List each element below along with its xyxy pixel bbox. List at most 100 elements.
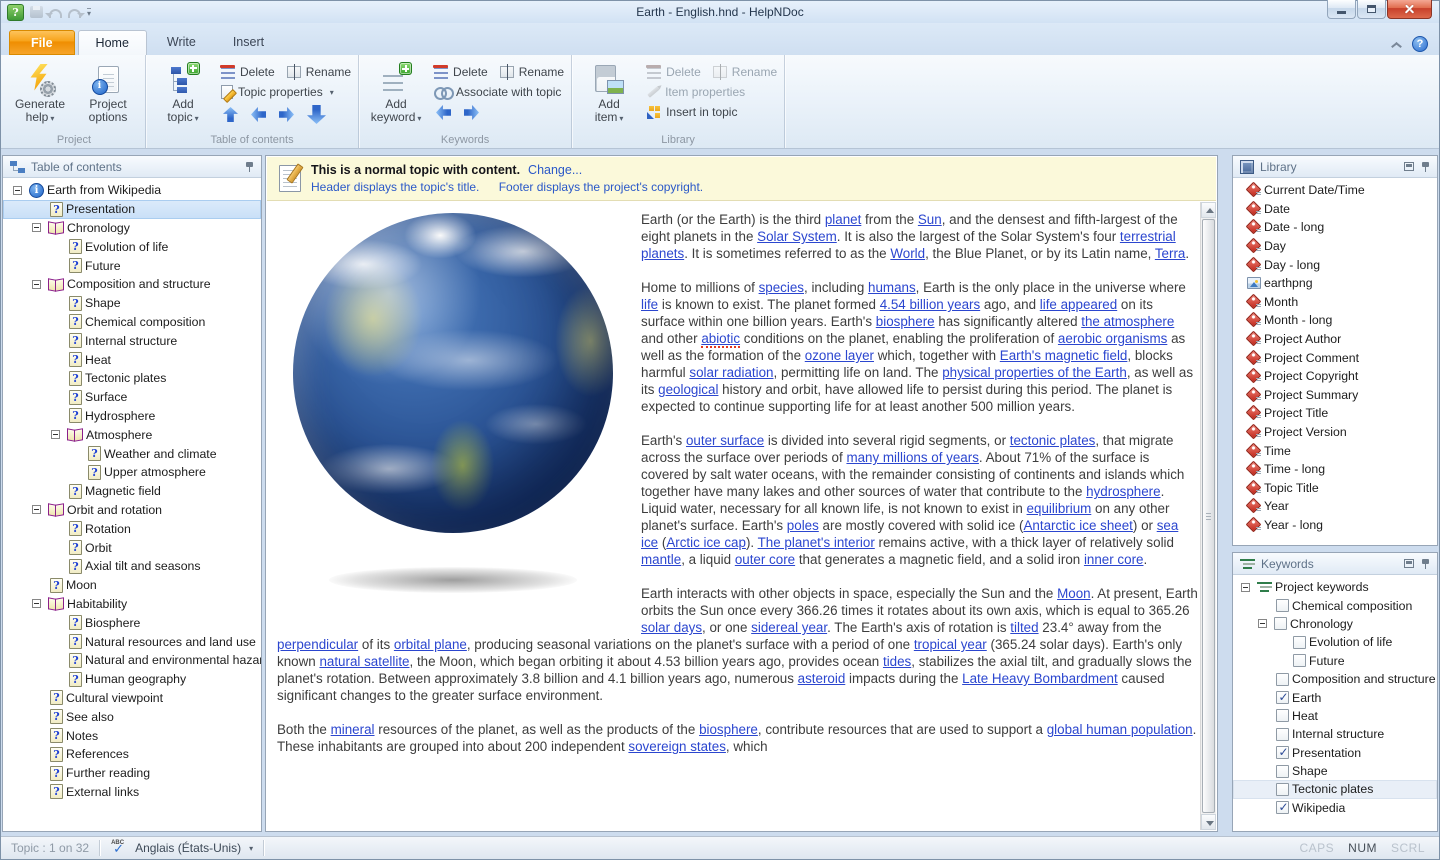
article-link[interactable]: Sun	[918, 212, 942, 227]
minimize-panel-icon[interactable]	[1404, 162, 1414, 171]
article-link[interactable]: 4.54 billion years	[880, 297, 981, 312]
toc-item[interactable]: Upper atmosphere	[3, 463, 261, 482]
toc-item[interactable]: Surface	[3, 388, 261, 407]
toc-item[interactable]: Axial tilt and seasons	[3, 557, 261, 576]
keywords-root[interactable]: Project keywords	[1233, 578, 1437, 596]
project-options-button[interactable]: Project options	[78, 60, 138, 132]
toc-item[interactable]: Natural and environmental hazards	[3, 651, 261, 670]
article-link[interactable]: species	[759, 280, 804, 295]
library-item[interactable]: Month	[1233, 293, 1437, 312]
toc-item[interactable]: Shape	[3, 294, 261, 313]
add-topic-button[interactable]: Add topic▾	[153, 60, 213, 132]
article-link[interactable]: aerobic organisms	[1058, 331, 1167, 346]
toc-item[interactable]: Magnetic field	[3, 482, 261, 501]
collapse-ribbon-icon[interactable]	[1391, 41, 1402, 48]
article-link[interactable]: Arctic ice cap	[666, 535, 746, 550]
keyword-checkbox[interactable]	[1276, 709, 1289, 722]
toc-item[interactable]: References	[3, 745, 261, 764]
toc-item[interactable]: See also	[3, 707, 261, 726]
footer-settings-link[interactable]: Footer displays the project's copyright.	[499, 180, 703, 194]
library-item[interactable]: Date - long	[1233, 218, 1437, 237]
toc-item[interactable]: Presentation	[3, 200, 261, 219]
library-item[interactable]: Day - long	[1233, 255, 1437, 274]
help-button[interactable]: ?	[1412, 36, 1428, 52]
keyword-item[interactable]: Shape	[1233, 762, 1437, 780]
toc-item[interactable]: Cultural viewpoint	[3, 689, 261, 708]
article-link[interactable]: physical properties of the Earth	[942, 365, 1127, 380]
keyword-checkbox[interactable]	[1276, 728, 1289, 741]
tab-home[interactable]: Home	[78, 30, 147, 55]
collapse-toggle-icon[interactable]	[13, 186, 22, 195]
keyword-checkbox[interactable]	[1293, 654, 1306, 667]
tab-file[interactable]: File	[9, 30, 75, 55]
move-keyword-left-button[interactable]	[436, 105, 451, 120]
app-icon[interactable]: ?	[7, 4, 24, 21]
collapse-toggle-icon[interactable]	[1258, 619, 1267, 628]
insert-in-topic-button[interactable]: Insert in topic	[647, 105, 737, 119]
keyword-checkbox[interactable]	[1276, 673, 1289, 686]
header-settings-link[interactable]: Header displays the topic's title.	[311, 180, 479, 194]
toc-item[interactable]: Chemical composition	[3, 313, 261, 332]
article-link[interactable]: life appeared	[1040, 297, 1117, 312]
library-item[interactable]: Project Author	[1233, 330, 1437, 349]
keyword-item[interactable]: Tectonic plates	[1233, 780, 1437, 798]
collapse-toggle-icon[interactable]	[32, 505, 41, 514]
move-topic-left-button[interactable]	[251, 107, 266, 122]
tab-write[interactable]: Write	[150, 30, 213, 55]
library-item[interactable]: Project Comment	[1233, 348, 1437, 367]
library-item[interactable]: Project Title	[1233, 404, 1437, 423]
toc-item[interactable]: External links	[3, 783, 261, 802]
library-item[interactable]: Time - long	[1233, 460, 1437, 479]
library-item[interactable]: Project Summary	[1233, 386, 1437, 405]
toc-item[interactable]: Chronology	[3, 219, 261, 238]
article-link[interactable]: mantle	[641, 552, 681, 567]
keyword-item[interactable]: Earth	[1233, 688, 1437, 706]
keyword-item[interactable]: Presentation	[1233, 744, 1437, 762]
associate-with-topic-button[interactable]: Associate with topic	[434, 85, 561, 99]
article-link[interactable]: biosphere	[699, 722, 758, 737]
add-item-button[interactable]: Add item▾	[579, 60, 639, 132]
article-link[interactable]: natural satellite	[319, 654, 409, 669]
toc-item[interactable]: Future	[3, 256, 261, 275]
article-link[interactable]: sovereign states	[628, 739, 726, 754]
toc-item[interactable]: Heat	[3, 350, 261, 369]
keyword-checkbox[interactable]	[1276, 691, 1289, 704]
topic-properties-button[interactable]: Topic properties▾	[221, 85, 334, 99]
minimize-panel-icon[interactable]	[1404, 559, 1414, 568]
keyword-item[interactable]: Composition and structure	[1233, 670, 1437, 688]
article-link[interactable]: global human population	[1047, 722, 1193, 737]
article-link[interactable]: planet	[825, 212, 861, 227]
qat-customize-button[interactable]: ▾	[87, 8, 91, 17]
article-link[interactable]: the atmosphere	[1081, 314, 1174, 329]
library-item[interactable]: Time	[1233, 441, 1437, 460]
toc-item[interactable]: Moon	[3, 576, 261, 595]
keyword-checkbox[interactable]	[1276, 746, 1289, 759]
redo-icon[interactable]	[68, 9, 81, 18]
library-item[interactable]: Project Copyright	[1233, 367, 1437, 386]
keyword-item[interactable]: Evolution of life	[1233, 633, 1437, 651]
keyword-item[interactable]: Internal structure	[1233, 725, 1437, 743]
toc-item[interactable]: Natural resources and land use	[3, 632, 261, 651]
rename-topic-button[interactable]: Rename	[287, 65, 351, 79]
article-link[interactable]: World	[890, 246, 925, 261]
article-link[interactable]: Moon	[1057, 586, 1091, 601]
article-link[interactable]: Earth's magnetic field	[1000, 348, 1128, 363]
language-selector[interactable]: Anglais (États-Unis) ▾	[100, 837, 263, 859]
article-link[interactable]: Solar System	[757, 229, 837, 244]
article-link[interactable]: biosphere	[876, 314, 935, 329]
toc-item[interactable]: Weather and climate	[3, 444, 261, 463]
toc-item[interactable]: Biosphere	[3, 613, 261, 632]
article-link[interactable]: asteroid	[798, 671, 846, 686]
undo-icon[interactable]	[49, 9, 62, 18]
article-link[interactable]: life	[641, 297, 658, 312]
toc-item[interactable]: Hydrosphere	[3, 407, 261, 426]
toc-item[interactable]: Orbit	[3, 538, 261, 557]
keyword-checkbox[interactable]	[1276, 801, 1289, 814]
article-link[interactable]: hydrosphere	[1086, 484, 1160, 499]
move-topic-down-button[interactable]	[307, 105, 326, 124]
article-link[interactable]: tides	[883, 654, 911, 669]
keyword-checkbox[interactable]	[1293, 636, 1306, 649]
article-link[interactable]: geological	[658, 382, 718, 397]
toc-item[interactable]: Rotation	[3, 519, 261, 538]
article-link[interactable]: tectonic plates	[1010, 433, 1096, 448]
